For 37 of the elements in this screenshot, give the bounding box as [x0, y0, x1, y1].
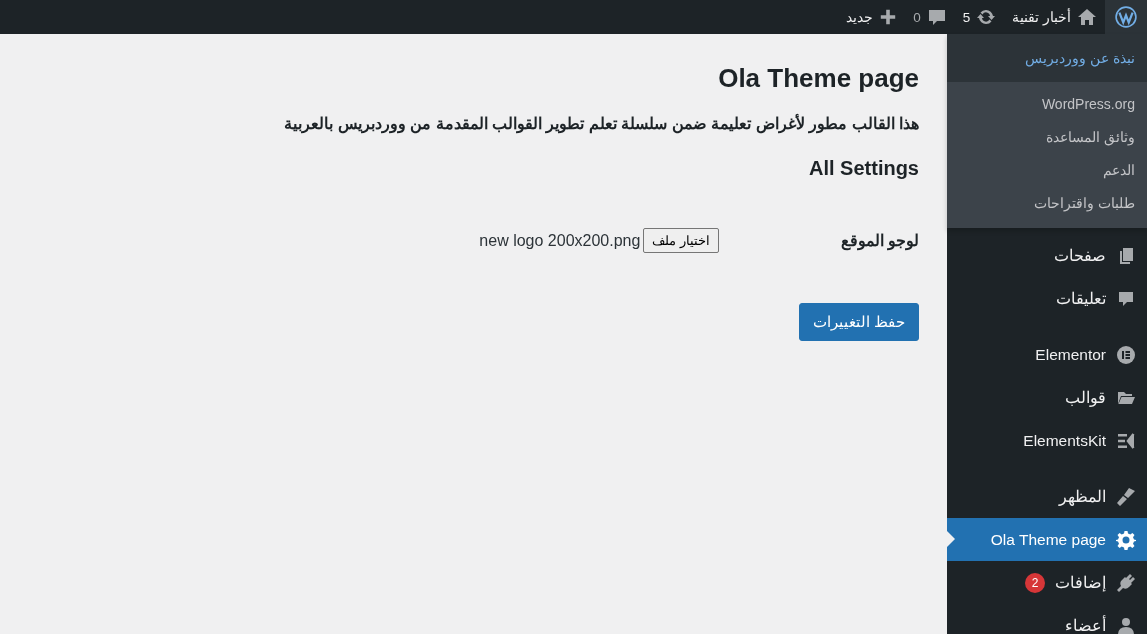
sidebar-menu-item[interactable]: ElementsKit — [947, 419, 1147, 462]
about-wordpress-link[interactable]: نبذة عن ووردبريس — [1025, 50, 1135, 66]
elementskit-icon — [1116, 430, 1136, 451]
home-icon — [1077, 7, 1097, 27]
elementor-icon — [1116, 344, 1136, 365]
save-button[interactable]: حفظ التغييرات — [798, 303, 919, 341]
wordpress-logo-icon[interactable] — [1105, 0, 1147, 34]
menu-item[interactable]: طلبات واقتراحات — [1022, 187, 1147, 220]
new-content-link[interactable]: جديد — [838, 0, 906, 34]
choose-file-button[interactable]: اختيار ملف — [643, 228, 719, 253]
menu-item[interactable]: WordPress.org — [1029, 88, 1147, 121]
current-pointer-icon — [947, 531, 955, 547]
count-badge: 2 — [1025, 572, 1045, 593]
refresh-icon — [976, 7, 997, 27]
field-label: لوجو الموقع — [839, 231, 919, 250]
sidebar-menu-item[interactable]: Elementor — [947, 333, 1147, 376]
comment-icon — [926, 7, 947, 27]
sidebar-menu-item[interactable]: أعضاء — [947, 604, 1147, 634]
file-name: new logo 200x200.png — [479, 231, 641, 250]
updates-link[interactable]: 5 — [954, 0, 1005, 34]
sidebar-menu-item[interactable]: قوالب — [947, 376, 1147, 419]
section-heading: All Settings — [808, 156, 919, 181]
sidebar-menu-item[interactable]: تعليقات — [947, 277, 1147, 320]
page-description: هذا القالب مطور لأغراض تعليمة ضمن سلسلة تعلم تطوير القوالب المقدمة من ووردبريس بالعربية — [283, 113, 919, 136]
comments-link[interactable]: 0 — [905, 0, 955, 34]
site-name-link[interactable]: أخبار تقنية — [1004, 0, 1105, 34]
settings-icon — [1116, 529, 1136, 550]
sidebar-menu-item[interactable]: المظهر — [947, 475, 1147, 518]
menu-item[interactable]: الدعم — [1091, 154, 1147, 187]
sidebar-menu-item[interactable]: صفحات — [947, 234, 1147, 277]
page-title: Ola Theme page — [717, 62, 919, 95]
paintbrush-icon — [1116, 486, 1136, 507]
plug-icon — [1116, 572, 1136, 593]
sidebar-menu-item[interactable]: Ola Theme page — [947, 518, 1147, 561]
menu-item[interactable]: وثائق المساعدة — [1034, 121, 1147, 154]
user-icon — [1116, 615, 1136, 634]
plus-icon — [879, 8, 898, 26]
